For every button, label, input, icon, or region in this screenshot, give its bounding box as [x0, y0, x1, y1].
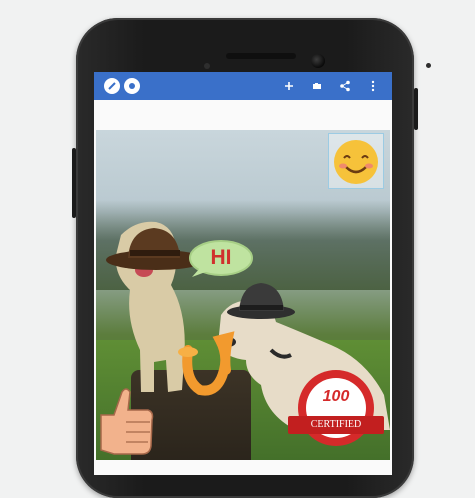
camera-icon[interactable]: [310, 79, 324, 93]
phone-sensor-right: [426, 63, 431, 68]
edit-icon[interactable]: [104, 78, 120, 94]
photo-canvas[interactable]: HI 100 CERTIFIED: [96, 130, 390, 460]
phone-screen: HI 100 CERTIFIED: [94, 72, 392, 475]
plus-icon[interactable]: [282, 79, 296, 93]
more-vertical-icon[interactable]: [366, 79, 380, 93]
phone-sensor: [204, 63, 210, 69]
app-toolbar: [94, 72, 392, 100]
phone-speaker: [226, 53, 296, 59]
circle-icon[interactable]: [124, 78, 140, 94]
certified-badge-sticker[interactable]: 100 CERTIFIED: [286, 368, 386, 460]
bottom-area: [94, 460, 392, 475]
certified-label: CERTIFIED: [310, 419, 362, 430]
certified-number: 100: [322, 388, 350, 405]
phone-side-button-right: [414, 88, 418, 130]
share-icon[interactable]: [338, 79, 352, 93]
front-camera: [311, 54, 325, 68]
phone-side-button-left: [72, 148, 76, 218]
